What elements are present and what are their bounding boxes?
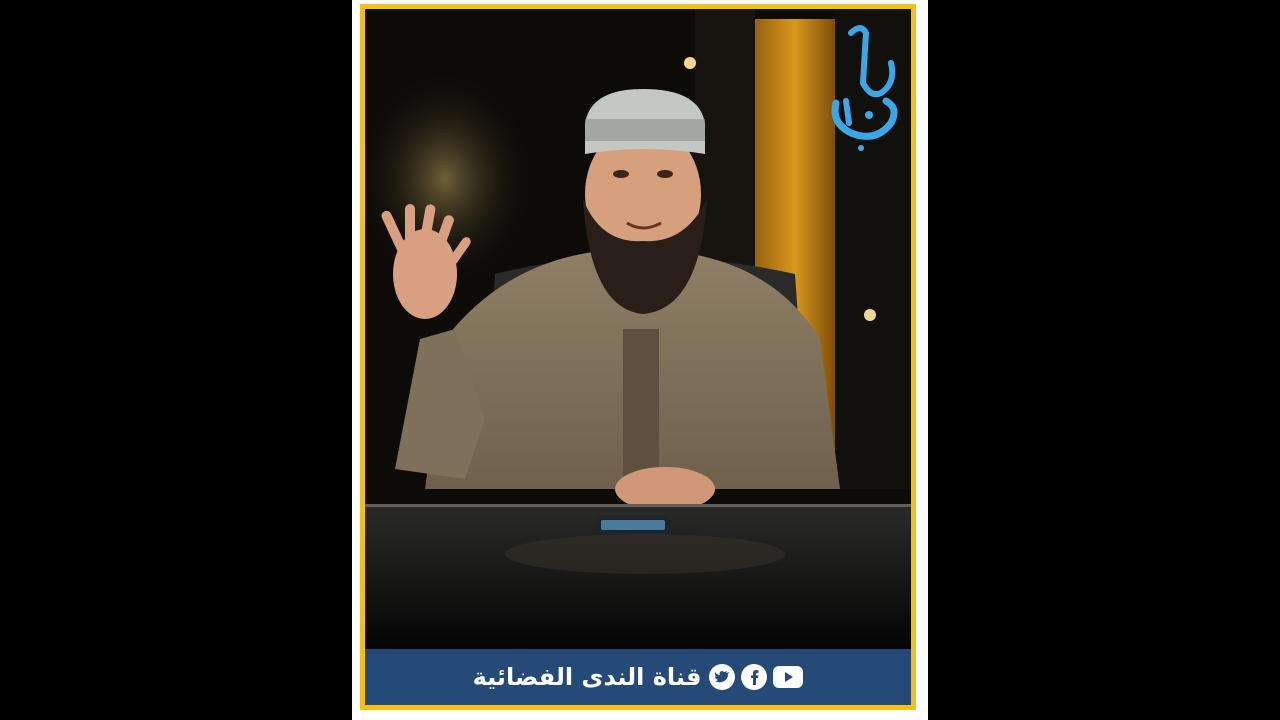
channel-logo bbox=[831, 25, 898, 151]
twitter-icon bbox=[709, 664, 736, 690]
youtube-icon bbox=[773, 666, 804, 688]
facebook-icon bbox=[741, 664, 768, 690]
social-icons bbox=[709, 664, 804, 690]
broadcast-frame: قناة الندى الفضائية bbox=[360, 4, 916, 710]
channel-footer-bar: قناة الندى الفضائية bbox=[365, 649, 911, 705]
video-frame: قناة الندى الفضائية bbox=[0, 0, 1280, 720]
channel-name: قناة الندى الفضائية bbox=[472, 663, 702, 691]
